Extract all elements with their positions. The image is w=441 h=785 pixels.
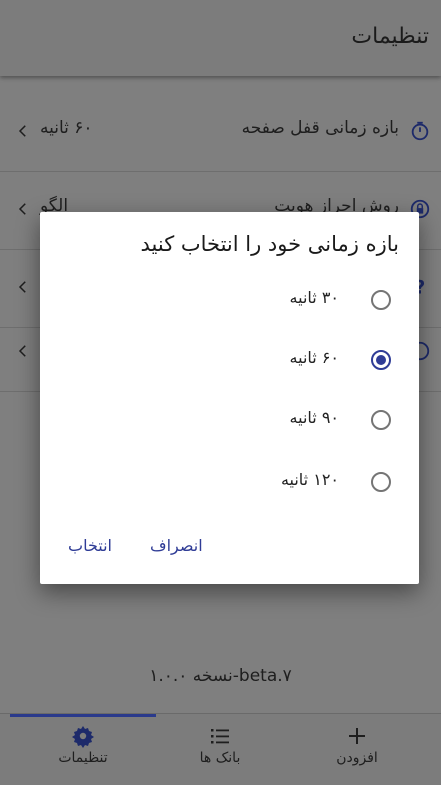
dialog-title: بازه زمانی خود را انتخاب کنید <box>140 232 400 256</box>
option-60-seconds[interactable]: ۶۰ ثانیه <box>40 332 419 390</box>
plus-icon <box>349 728 365 744</box>
radio-unchecked-icon[interactable] <box>369 470 393 494</box>
setting-value: ۶۰ ثانیه <box>40 118 93 138</box>
app-bar: تنظیمات <box>0 0 441 76</box>
option-label: ۳۰ ثانیه <box>289 288 339 307</box>
nav-label: افزودن <box>336 750 378 766</box>
radio-unchecked-icon[interactable] <box>369 288 393 312</box>
radio-checked-icon[interactable] <box>369 348 393 372</box>
cancel-button[interactable]: انصراف <box>150 536 203 555</box>
nav-label: تنظیمات <box>58 750 108 766</box>
select-button[interactable]: انتخاب <box>68 536 112 555</box>
chevron-left-icon <box>18 281 26 293</box>
chevron-left-icon <box>18 125 26 137</box>
list-icon <box>211 729 229 744</box>
option-90-seconds[interactable]: ۹۰ ثانیه <box>40 392 419 450</box>
chevron-left-icon <box>18 345 26 357</box>
option-label: ۶۰ ثانیه <box>289 348 339 367</box>
gear-icon <box>72 726 94 748</box>
setting-label: بازه زمانی قفل صفحه <box>241 118 399 138</box>
nav-label: بانک ها <box>199 750 241 766</box>
timeout-dialog: بازه زمانی خود را انتخاب کنید ۳۰ ثانیه ۶… <box>40 212 419 584</box>
setting-row-lock-timeout[interactable]: بازه زمانی قفل صفحه ۶۰ ثانیه <box>0 94 441 172</box>
bottom-navigation: تنظیمات بانک ها افزودن <box>0 713 441 785</box>
radio-unchecked-icon[interactable] <box>369 408 393 432</box>
option-label: ۱۲۰ ثانیه <box>280 470 339 489</box>
option-120-seconds[interactable]: ۱۲۰ ثانیه <box>40 454 419 512</box>
nav-active-indicator <box>10 714 156 717</box>
nav-item-settings[interactable]: تنظیمات <box>13 720 153 780</box>
option-30-seconds[interactable]: ۳۰ ثانیه <box>40 272 419 330</box>
page-title: تنظیمات <box>351 24 429 49</box>
chevron-left-icon <box>18 203 26 215</box>
timer-icon <box>411 121 429 141</box>
app-version: نسخه ۱.۰.۰-beta.۷ <box>149 666 292 686</box>
nav-item-add[interactable]: افزودن <box>287 720 427 780</box>
option-label: ۹۰ ثانیه <box>289 408 339 427</box>
nav-item-banks[interactable]: بانک ها <box>150 720 290 780</box>
